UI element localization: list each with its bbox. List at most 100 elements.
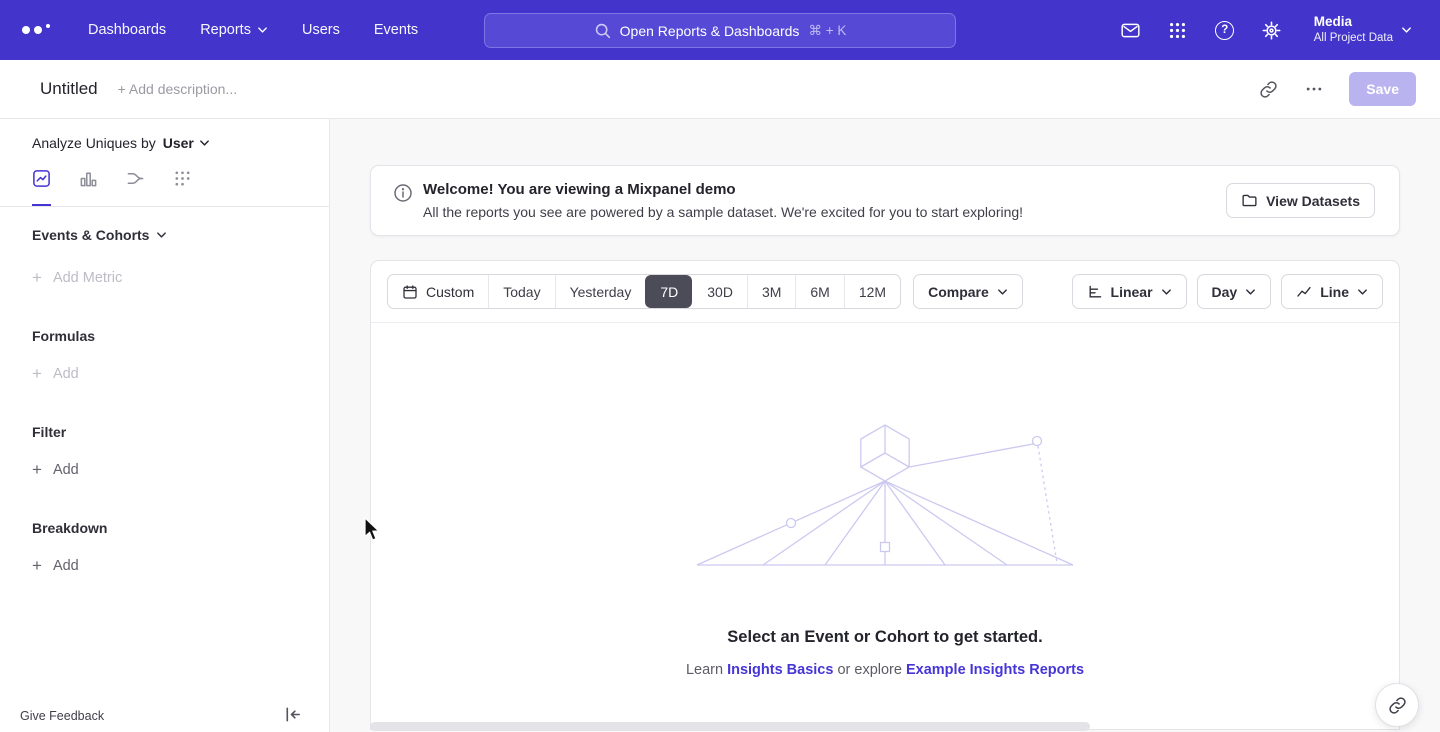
tab-retention[interactable] (173, 169, 192, 206)
add-formula-button[interactable]: + Add (32, 365, 329, 382)
banner-body: All the reports you see are powered by a… (423, 204, 1023, 220)
range-yesterday[interactable]: Yesterday (555, 275, 646, 308)
project-switcher[interactable]: Media All Project Data (1314, 14, 1412, 45)
linear-axis-icon (1087, 284, 1103, 300)
add-metric-button[interactable]: + Add Metric (32, 269, 329, 286)
horizontal-scrollbar[interactable] (370, 722, 1090, 731)
linear-scale-button[interactable]: Linear (1072, 274, 1187, 309)
events-cohorts-header[interactable]: Events & Cohorts (32, 227, 329, 243)
empty-state-illustration (695, 423, 1075, 575)
empty-state: Select an Event or Cohort to get started… (371, 323, 1399, 678)
range-12m[interactable]: 12M (844, 275, 900, 308)
chevron-down-icon (199, 139, 210, 147)
plus-icon: + (32, 557, 42, 574)
global-search[interactable]: Open Reports & Dashboards ⌘ + K (484, 13, 956, 48)
help-glyph: ? (1221, 24, 1228, 36)
granularity-day-button[interactable]: Day (1197, 274, 1272, 309)
bar-chart-icon (79, 169, 98, 188)
search-placeholder: Open Reports & Dashboards (620, 23, 800, 39)
project-data-scope: All Project Data (1314, 31, 1393, 45)
line-chart-icon (32, 169, 51, 188)
analyze-by-dropdown[interactable]: User (163, 135, 210, 151)
compare-label: Compare (928, 284, 989, 300)
add-filter-button[interactable]: + Add (32, 461, 329, 478)
empty-state-title: Select an Event or Cohort to get started… (371, 628, 1399, 647)
report-title[interactable]: Untitled (40, 79, 98, 99)
analyze-uniques-label: Analyze Uniques by (32, 135, 156, 151)
range-today[interactable]: Today (488, 275, 554, 308)
share-link-fab[interactable] (1375, 683, 1419, 727)
analyze-by-value: User (163, 135, 194, 151)
filter-heading: Filter (32, 424, 329, 440)
add-formula-label: Add (53, 366, 79, 382)
primary-nav: Dashboards Reports Users Events (88, 22, 418, 38)
chevron-down-icon (156, 231, 167, 239)
compare-button[interactable]: Compare (913, 274, 1023, 309)
view-datasets-label: View Datasets (1266, 193, 1360, 209)
tab-line-chart[interactable] (32, 169, 51, 206)
link-icon (1388, 696, 1407, 715)
learn-prefix: Learn (686, 662, 727, 678)
copy-link-icon[interactable] (1257, 78, 1279, 100)
messages-icon[interactable] (1120, 19, 1142, 41)
range-7d[interactable]: 7D (645, 275, 692, 308)
flows-icon (126, 169, 145, 188)
view-datasets-button[interactable]: View Datasets (1226, 183, 1375, 218)
more-options-icon[interactable] (1303, 78, 1325, 100)
range-custom-label: Custom (426, 284, 474, 300)
trend-line-icon (1296, 284, 1312, 300)
nav-reports[interactable]: Reports (200, 22, 268, 38)
insights-basics-link[interactable]: Insights Basics (727, 662, 833, 678)
plus-icon: + (32, 461, 42, 478)
range-3m[interactable]: 3M (747, 275, 795, 308)
empty-state-subtitle: Learn Insights Basics or explore Example… (371, 662, 1399, 678)
calendar-icon (402, 284, 418, 300)
chevron-down-icon (257, 26, 268, 34)
apps-grid-icon[interactable] (1167, 19, 1189, 41)
tab-flows[interactable] (126, 169, 145, 206)
line-label: Line (1320, 284, 1349, 300)
chevron-down-icon (1401, 26, 1412, 34)
logo-dot (34, 26, 42, 34)
range-30d[interactable]: 30D (692, 275, 747, 308)
tab-bar-chart[interactable] (79, 169, 98, 206)
chart-type-button[interactable]: Line (1281, 274, 1383, 309)
info-icon (393, 183, 413, 208)
report-toolbar: Custom Today Yesterday 7D 30D 3M 6M 12M … (371, 261, 1399, 323)
retention-grid-icon (173, 169, 192, 188)
collapse-sidebar-icon[interactable] (283, 705, 303, 725)
chevron-down-icon (1357, 288, 1368, 296)
add-breakdown-button[interactable]: + Add (32, 557, 329, 574)
add-filter-label: Add (53, 462, 79, 478)
add-description-field[interactable]: + Add description... (118, 81, 237, 97)
visualization-tabs (0, 151, 329, 207)
main-content: Welcome! You are viewing a Mixpanel demo… (330, 119, 1440, 732)
settings-gear-icon[interactable] (1261, 19, 1283, 41)
day-label: Day (1212, 284, 1238, 300)
query-builder-sidebar: Analyze Uniques by User (0, 119, 330, 732)
nav-dashboards[interactable]: Dashboards (88, 22, 166, 38)
example-insights-reports-link[interactable]: Example Insights Reports (906, 662, 1084, 678)
nav-events[interactable]: Events (374, 22, 418, 38)
save-button[interactable]: Save (1349, 72, 1416, 106)
nav-users[interactable]: Users (302, 22, 340, 38)
plus-icon: + (32, 269, 42, 286)
chevron-down-icon (1245, 288, 1256, 296)
project-name: Media (1314, 14, 1393, 31)
date-range-control: Custom Today Yesterday 7D 30D 3M 6M 12M (387, 274, 901, 309)
top-nav-right: ? Media All Project Data (1120, 14, 1440, 45)
linear-label: Linear (1111, 284, 1153, 300)
plus-icon: + (32, 365, 42, 382)
give-feedback-link[interactable]: Give Feedback (20, 709, 104, 723)
add-metric-label: Add Metric (53, 270, 122, 286)
chevron-down-icon (1161, 288, 1172, 296)
top-nav: Dashboards Reports Users Events Open Rep… (0, 0, 1440, 60)
formulas-heading: Formulas (32, 328, 329, 344)
logo-dot (22, 26, 30, 34)
events-cohorts-label: Events & Cohorts (32, 227, 149, 243)
help-icon[interactable]: ? (1214, 19, 1236, 41)
range-6m[interactable]: 6M (795, 275, 843, 308)
logo-dot (46, 24, 50, 28)
range-custom[interactable]: Custom (388, 275, 488, 308)
mixpanel-logo[interactable] (22, 24, 50, 36)
